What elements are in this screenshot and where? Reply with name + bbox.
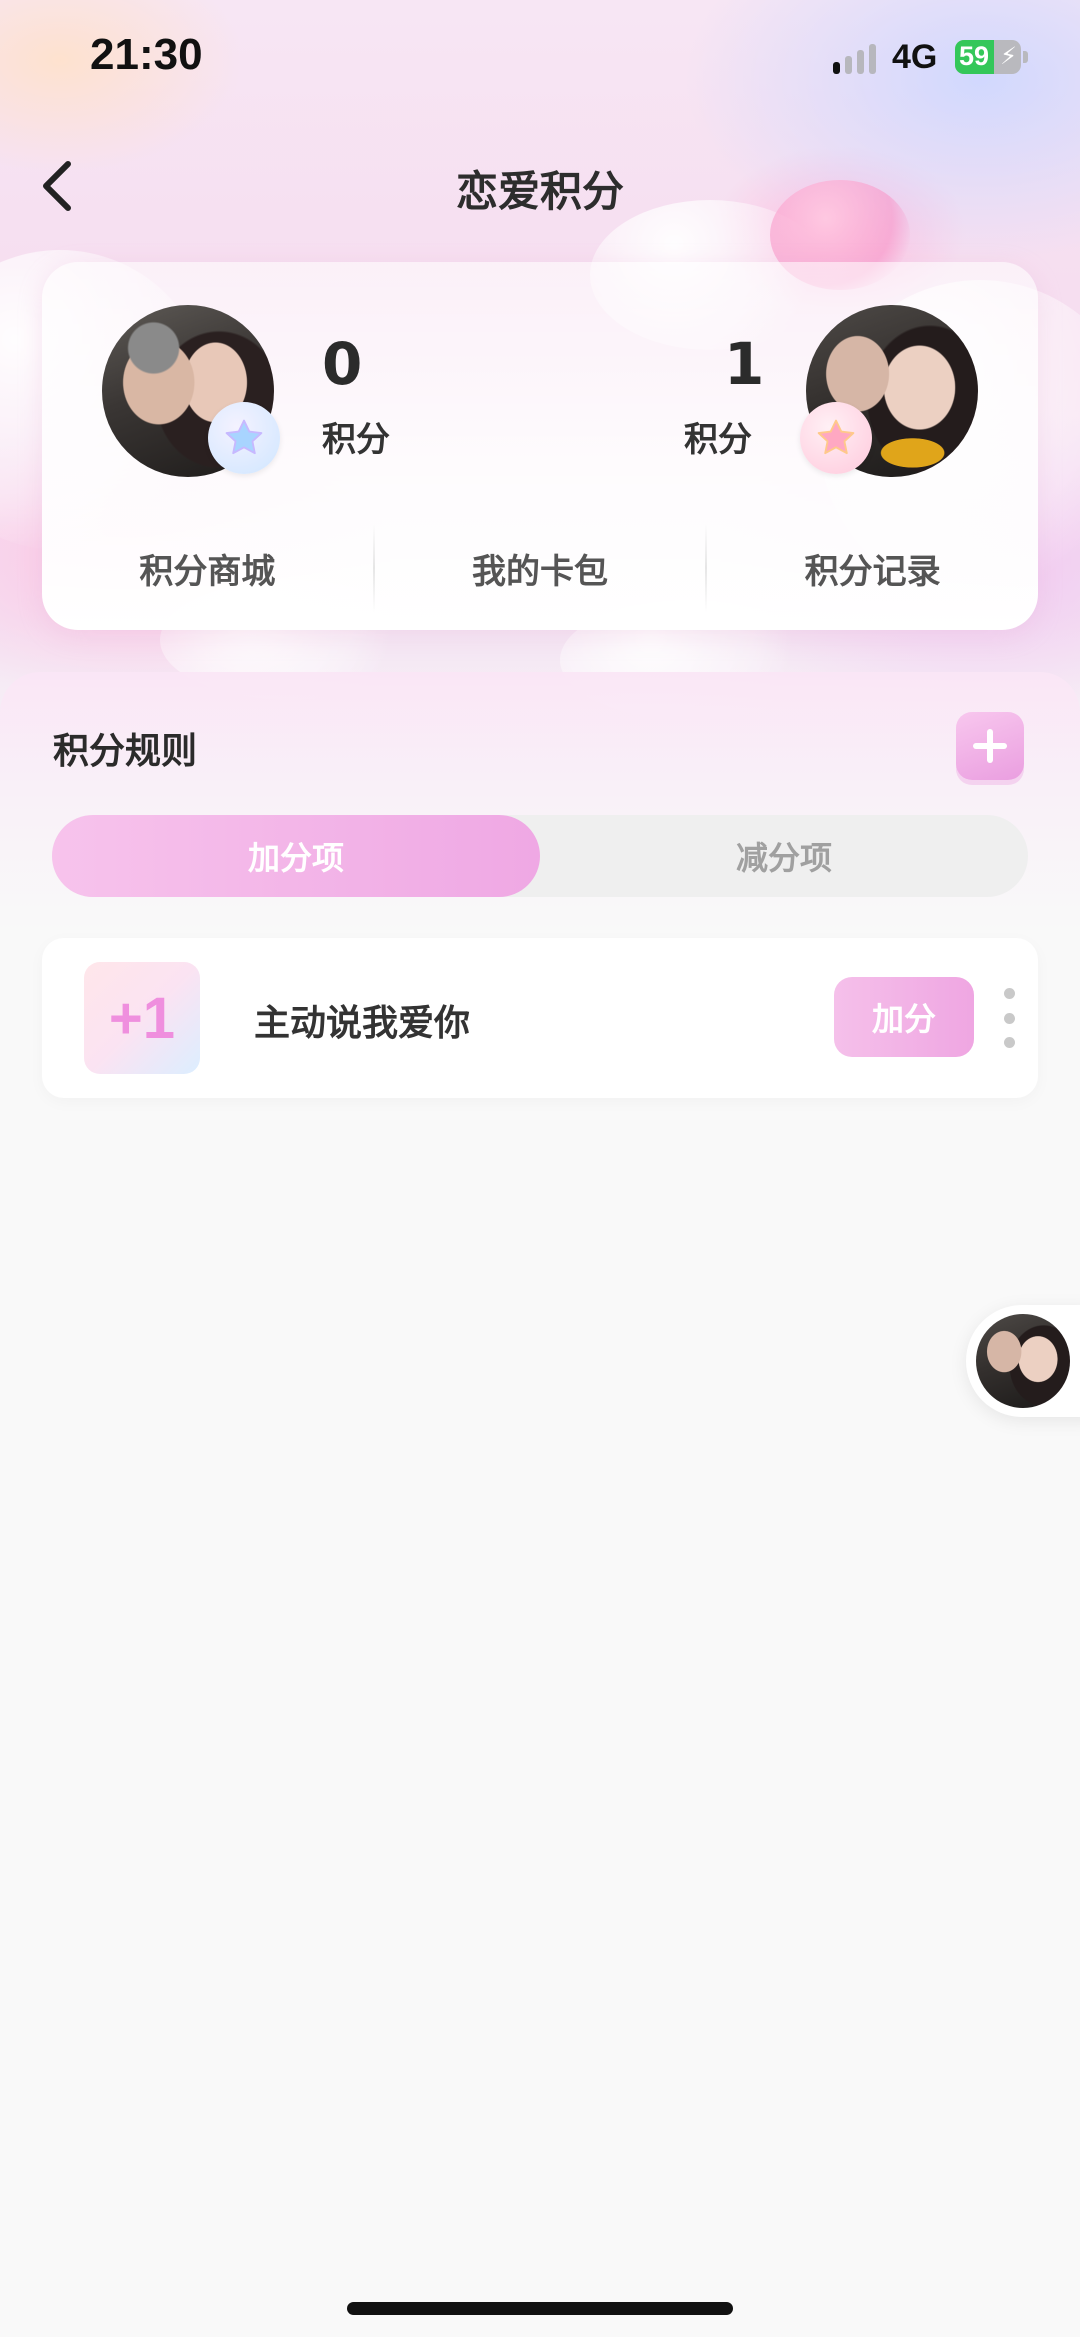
battery-icon: 59 ⚡ bbox=[955, 40, 1021, 74]
add-points-button[interactable]: 加分 bbox=[834, 977, 974, 1057]
tab-add-points[interactable]: 加分项 bbox=[52, 815, 540, 897]
points-history-link[interactable]: 积分记录 bbox=[707, 520, 1038, 616]
page-title: 恋爱积分 bbox=[455, 167, 624, 216]
left-user-score-label: 积分 bbox=[322, 420, 390, 460]
more-vertical-icon[interactable] bbox=[994, 988, 1024, 1048]
status-bar: 21:30 4G 59 ⚡ bbox=[0, 0, 1080, 120]
left-user-badge bbox=[208, 402, 280, 474]
star-icon bbox=[225, 419, 263, 455]
right-user-score: 1 bbox=[724, 330, 765, 398]
star-icon bbox=[817, 419, 855, 455]
plus-icon bbox=[973, 729, 1007, 763]
signal-strength-icon bbox=[833, 44, 879, 74]
left-user-score: 0 bbox=[322, 330, 363, 398]
rule-type-tabs: 加分项 减分项 bbox=[52, 815, 1028, 897]
rules-title: 积分规则 bbox=[53, 731, 198, 772]
rules-panel bbox=[0, 672, 1080, 2337]
love-points-screen: 21:30 4G 59 ⚡ 恋爱积分 0 积分 1 积分 积分商城 我的卡包 积… bbox=[0, 0, 1080, 2337]
home-indicator[interactable] bbox=[347, 2302, 733, 2315]
status-time: 21:30 bbox=[90, 30, 203, 79]
right-user-badge bbox=[800, 402, 872, 474]
bolt-icon: ⚡ bbox=[1000, 42, 1017, 70]
battery-cap bbox=[1023, 51, 1028, 63]
my-card-wallet-link[interactable]: 我的卡包 bbox=[375, 520, 706, 616]
tab-deduct-points[interactable]: 减分项 bbox=[540, 815, 1028, 897]
battery-percent: 59 bbox=[959, 41, 990, 71]
score-card-links: 积分商城 我的卡包 积分记录 bbox=[42, 520, 1038, 616]
floating-avatar bbox=[976, 1314, 1070, 1408]
points-mall-link[interactable]: 积分商城 bbox=[42, 520, 373, 616]
network-type: 4G bbox=[892, 38, 938, 76]
rule-list-item: +1 主动说我爱你 加分 bbox=[42, 938, 1038, 1098]
add-rule-button[interactable] bbox=[956, 712, 1024, 780]
rule-points-badge: +1 bbox=[84, 962, 200, 1074]
rule-name: 主动说我爱你 bbox=[254, 1003, 471, 1044]
score-card: 0 积分 1 积分 积分商城 我的卡包 积分记录 bbox=[42, 262, 1038, 630]
right-user-score-label: 积分 bbox=[684, 420, 752, 460]
floating-avatar-button[interactable] bbox=[966, 1305, 1080, 1417]
